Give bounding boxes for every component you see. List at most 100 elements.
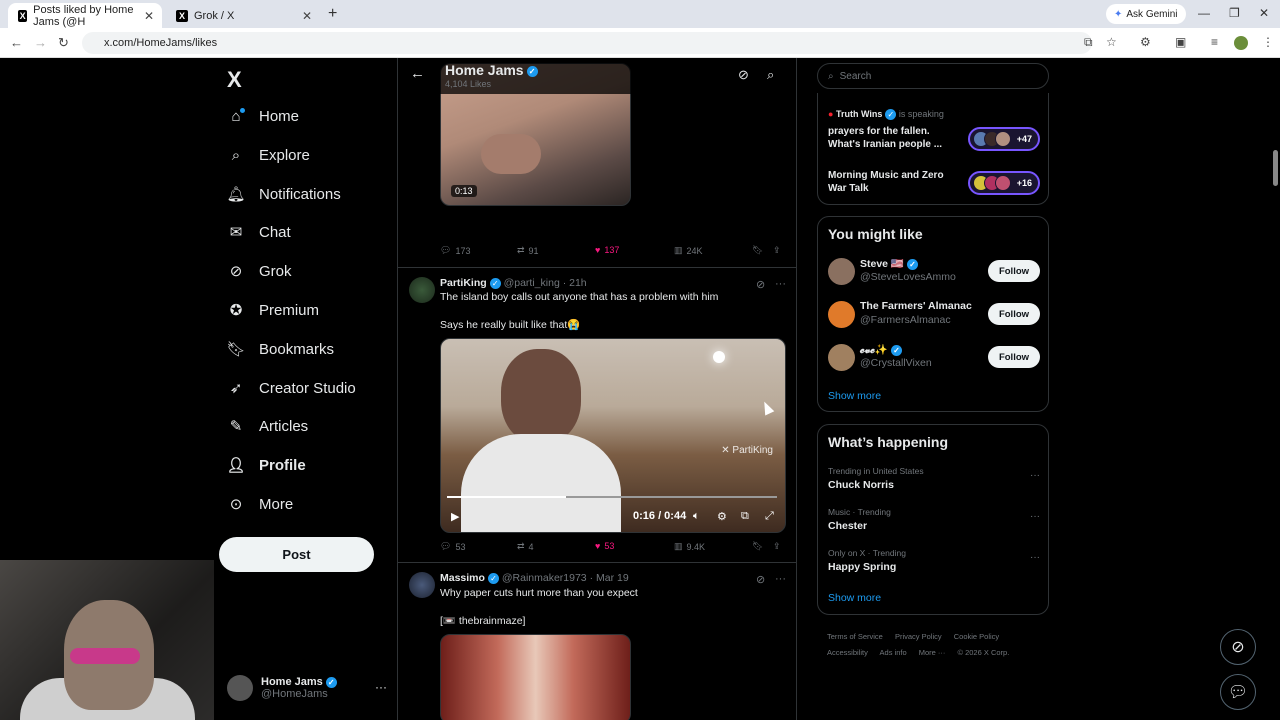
more-dots-icon[interactable]: ··· [1030, 470, 1040, 481]
nav-notifications[interactable]: 🔔︎ Notifications [226, 179, 340, 209]
x-logo-icon[interactable]: X [227, 67, 242, 93]
more-dots-icon[interactable]: ··· [375, 680, 387, 694]
share-icon[interactable]: ⇪ [773, 245, 781, 256]
search-input[interactable]: ⌕ Search [817, 63, 1049, 89]
footer-link-ads[interactable]: Ads info [880, 648, 907, 657]
grok-icon[interactable]: ⊘ [756, 573, 765, 586]
grok-fab-icon[interactable]: ⊘ [1220, 629, 1256, 665]
like-button[interactable]: ♥ 53 [595, 541, 614, 551]
close-tab-icon[interactable]: ✕ [144, 9, 154, 23]
profile-avatar[interactable] [1234, 36, 1248, 50]
like-button[interactable]: ♥ 137 [595, 245, 619, 255]
tab-search-icon[interactable]: ▣ [1175, 35, 1186, 49]
nav-premium[interactable]: ✪ Premium [227, 295, 319, 325]
avatar[interactable] [409, 277, 435, 303]
author-name[interactable]: PartiKing [440, 277, 487, 289]
follow-button[interactable]: Follow [988, 303, 1040, 325]
video-thumbnail[interactable] [440, 634, 631, 720]
nav-creator-studio[interactable]: ➶ Creator Studio [227, 373, 356, 403]
share-icon[interactable]: ⇪ [773, 541, 781, 552]
follow-button[interactable]: Follow [988, 260, 1040, 282]
follow-suggestion[interactable]: 𝓮𝓿𝓮✨ ✓ @CrystallVixen Follow [828, 343, 1040, 373]
reload-icon[interactable]: ↻ [58, 35, 69, 51]
media-icon[interactable]: ≡ [1211, 35, 1218, 49]
more-dots-icon[interactable]: ··· [1030, 552, 1040, 563]
plus-icon[interactable]: + [328, 5, 337, 23]
footer-link-privacy[interactable]: Privacy Policy [895, 632, 942, 641]
space-item[interactable]: Morning Music and Zero War Talk +16 [828, 169, 1040, 201]
settings-gear-icon[interactable]: ⚙ [717, 510, 727, 523]
play-icon[interactable]: ▶ [451, 510, 459, 523]
nav-articles[interactable]: ✎ Articles [227, 411, 308, 441]
scrollbar-thumb[interactable] [1273, 150, 1278, 186]
space-listeners-pill[interactable]: +16 [968, 171, 1040, 195]
grok-icon[interactable]: ⊘ [756, 278, 765, 291]
tweet[interactable]: PartiKing ✓ @parti_king · 21h ⊘ ··· The i… [398, 268, 796, 563]
tweet[interactable]: Massimo ✓ @Rainmaker1973 · Mar 19 ⊘ ··· W… [398, 563, 796, 720]
bookmark-icon[interactable]: 🔖︎ [752, 541, 763, 552]
nav-bookmarks[interactable]: 🔖︎ Bookmarks [226, 334, 334, 364]
account-switcher[interactable]: Home Jams ✓ @HomeJams ··· [227, 670, 387, 706]
follow-suggestion[interactable]: The Farmers' Almanac @FarmersAlmanac Fol… [828, 300, 1040, 330]
footer-link-accessibility[interactable]: Accessibility [827, 648, 868, 657]
footer-link-more[interactable]: More ··· [919, 648, 946, 657]
pip-icon[interactable]: ⧉ [741, 510, 749, 523]
chat-fab-icon[interactable]: 💬︎ [1220, 674, 1256, 710]
post-button[interactable]: Post [219, 537, 374, 572]
menu-icon[interactable]: ⋮ [1262, 35, 1274, 49]
footer-link-terms[interactable]: Terms of Service [827, 632, 883, 641]
grok-icon[interactable]: ⊘ [738, 67, 749, 83]
follow-suggestion[interactable]: Steve 🇺🇸 ✓ @SteveLovesAmmo Follow [828, 257, 1040, 287]
more-dots-icon[interactable]: ··· [775, 573, 786, 585]
avatar[interactable] [409, 572, 435, 598]
nav-grok[interactable]: ⊘ Grok [227, 256, 292, 286]
browser-tab-grok[interactable]: X Grok / X ✕ [166, 3, 320, 28]
nav-home[interactable]: ⌂ Home [227, 101, 299, 131]
author-name[interactable]: Massimo [440, 572, 485, 584]
reply-button[interactable]: 💬︎ 173 [440, 245, 470, 256]
reply-button[interactable]: 💬︎ 53 [440, 541, 465, 552]
window-close-icon[interactable]: ✕ [1259, 6, 1269, 20]
author-handle[interactable]: @Rainmaker1973 [502, 572, 587, 584]
search-icon[interactable]: ⌕ [767, 67, 774, 83]
fullscreen-icon[interactable]: ⤢ [765, 510, 774, 523]
space-host-name[interactable]: Truth Wins [836, 109, 882, 119]
author-handle[interactable]: @parti_king [504, 277, 560, 289]
trend-item[interactable]: Trending in United States Chuck Norris ·… [828, 466, 1040, 491]
close-tab-icon[interactable]: ✕ [302, 9, 312, 23]
space-item[interactable]: prayers for the fallen. What's Iranian p… [828, 125, 1040, 157]
back-arrow-icon[interactable]: ← [10, 35, 23, 50]
footer-link-cookies[interactable]: Cookie Policy [954, 632, 999, 641]
trend-item[interactable]: Music · Trending Chester ··· [828, 507, 1040, 532]
minimize-icon[interactable]: — [1198, 6, 1210, 20]
more-dots-icon[interactable]: ··· [1030, 511, 1040, 522]
browser-tab-likes[interactable]: X Posts liked by Home Jams (@H ✕ [8, 3, 162, 28]
nav-profile[interactable]: 👤︎ Profile [226, 450, 305, 480]
views-button[interactable]: ▥ 9.4K [674, 541, 705, 552]
star-icon[interactable]: ☆ [1106, 35, 1117, 49]
tweet-time[interactable]: Mar 19 [596, 572, 629, 584]
repost-button[interactable]: ⇄ 91 [517, 245, 539, 256]
forward-arrow-icon[interactable]: → [34, 35, 47, 50]
back-arrow-icon[interactable]: ← [410, 65, 425, 82]
extensions-icon[interactable]: ⚙ [1140, 35, 1151, 49]
install-icon[interactable]: ⧉ [1084, 35, 1093, 50]
views-button[interactable]: ▥ 24K [674, 245, 703, 256]
nav-chat[interactable]: ✉ Chat [227, 217, 291, 247]
video-player[interactable]: ✕ PartiKing ▶ 0:16 / 0:44 🔈︎ ⚙ ⧉ ⤢ [440, 338, 786, 533]
space-listeners-pill[interactable]: +47 [968, 127, 1040, 151]
tweet-time[interactable]: 21h [569, 277, 587, 289]
volume-icon[interactable]: 🔈︎ [693, 510, 700, 523]
show-more-link[interactable]: Show more [828, 592, 881, 604]
show-more-link[interactable]: Show more [828, 390, 881, 402]
nav-more[interactable]: ⊙ More [227, 489, 293, 519]
address-bar[interactable]: x.com/HomeJams/likes [82, 32, 1092, 54]
restore-icon[interactable]: ❐ [1229, 6, 1240, 20]
nav-explore[interactable]: ⌕ Explore [227, 140, 310, 170]
repost-button[interactable]: ⇄ 4 [517, 541, 534, 552]
more-dots-icon[interactable]: ··· [775, 278, 786, 290]
follow-button[interactable]: Follow [988, 346, 1040, 368]
bookmark-icon[interactable]: 🔖︎ [752, 245, 763, 256]
trend-item[interactable]: Only on X · Trending Happy Spring ··· [828, 548, 1040, 573]
ask-gemini-button[interactable]: ✦ Ask Gemini [1106, 4, 1186, 24]
